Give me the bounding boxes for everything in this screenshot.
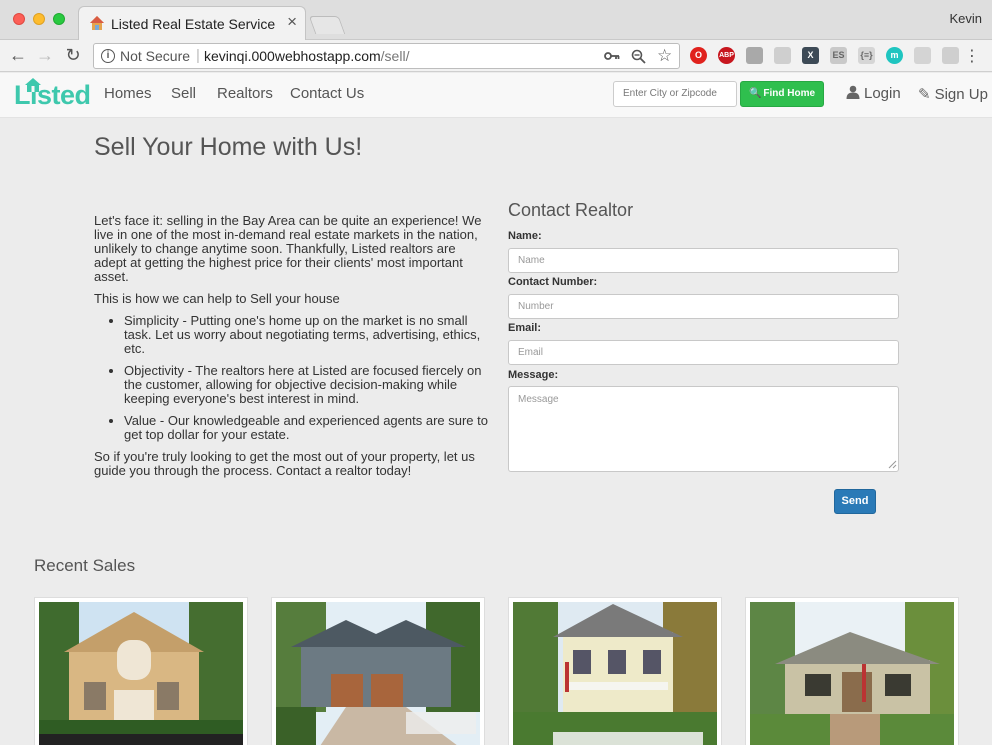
benefits-list: Simplicity - Putting one's home up on th…	[124, 314, 489, 442]
adblock-icon[interactable]: ABP	[718, 47, 735, 64]
nav-link-homes[interactable]: Homes	[104, 85, 152, 102]
house-favicon-icon	[90, 16, 104, 30]
forward-arrow-icon[interactable]: →	[34, 44, 56, 66]
opera-icon[interactable]: O	[690, 47, 707, 64]
intro-paragraph: Let's face it: selling in the Bay Area c…	[94, 213, 482, 284]
find-home-label: Find Home	[763, 88, 816, 99]
sell-intro: Let's face it: selling in the Bay Area c…	[94, 214, 489, 486]
tab-title: Listed Real Estate Service	[111, 16, 276, 32]
benefit-objectivity: Objectivity - The realtors here at Liste…	[124, 364, 489, 406]
maximize-window-button[interactable]	[53, 13, 65, 25]
recent-sale-card[interactable]	[745, 597, 959, 745]
x-extension-icon[interactable]: X	[802, 47, 819, 64]
send-button[interactable]: Send	[834, 489, 876, 514]
m-extension-icon[interactable]: m	[886, 47, 903, 64]
contact-number-input[interactable]: Number	[508, 294, 899, 319]
message-textarea[interactable]: Message	[508, 386, 899, 472]
close-window-button[interactable]	[13, 13, 25, 25]
page-title: Sell Your Home with Us!	[94, 133, 363, 161]
email-label: Email:	[508, 322, 542, 334]
recent-sale-card[interactable]	[271, 597, 485, 745]
user-icon	[846, 85, 860, 99]
nav-link-contact-us[interactable]: Contact Us	[290, 85, 364, 102]
url-path: /sell/	[380, 48, 410, 64]
email-input[interactable]: Email	[508, 340, 899, 365]
reload-icon[interactable]: ↻	[62, 44, 84, 66]
recent-sale-photo-3	[513, 602, 717, 745]
listed-logo[interactable]: Listed	[14, 78, 94, 114]
new-tab-button[interactable]	[308, 16, 346, 34]
ghost-extension-icon[interactable]	[914, 47, 931, 64]
recent-sales-title: Recent Sales	[34, 556, 136, 575]
url-text[interactable]: kevinqi.000webhostapp.com/sell/	[204, 48, 409, 64]
back-arrow-icon[interactable]: ←	[7, 44, 29, 66]
closing-paragraph: So if you're truly looking to get the mo…	[94, 449, 475, 478]
info-icon[interactable]: i	[101, 49, 115, 63]
download-extension-icon[interactable]	[774, 47, 791, 64]
message-label: Message:	[508, 369, 559, 381]
benefit-value: Value - Our knowledgeable and experience…	[124, 414, 489, 442]
login-label: Login	[864, 85, 901, 102]
star-bookmark-icon[interactable]: ☆	[657, 46, 672, 66]
name-label: Name:	[508, 230, 542, 242]
city-zip-search-input[interactable]: Enter City or Zipcode	[613, 81, 737, 107]
key-icon[interactable]	[604, 50, 620, 62]
minimize-window-button[interactable]	[33, 13, 45, 25]
tab-close-icon[interactable]: ×	[287, 13, 297, 31]
menu-dots-icon[interactable]: ⋮	[964, 46, 980, 66]
grid-extension-icon[interactable]	[942, 47, 959, 64]
pencil-icon: ✎	[918, 86, 931, 103]
signup-label: Sign Up	[934, 86, 988, 103]
how-heading: This is how we can help to Sell your hou…	[94, 291, 340, 306]
recent-sale-photo-2	[276, 602, 480, 745]
address-bar[interactable]: i Not Secure | kevinqi.000webhostapp.com…	[93, 43, 680, 69]
url-host: kevinqi.000webhostapp.com	[204, 48, 381, 64]
browser-tab-active[interactable]: Listed Real Estate Service ×	[78, 6, 306, 40]
site-navbar: Listed Homes Sell Realtors Contact Us En…	[0, 73, 992, 118]
nav-link-realtors[interactable]: Realtors	[217, 85, 273, 102]
name-input[interactable]: Name	[508, 248, 899, 273]
resize-grip-icon[interactable]	[888, 460, 897, 469]
signup-link[interactable]: ✎ Sign Up	[918, 85, 988, 103]
browser-tab-bar: Listed Real Estate Service × Kevin	[0, 0, 992, 40]
profile-name[interactable]: Kevin	[949, 11, 982, 26]
login-link[interactable]: Login	[846, 85, 901, 102]
json-extension-icon[interactable]: {≡}	[858, 47, 875, 64]
benefit-simplicity: Simplicity - Putting one's home up on th…	[124, 314, 489, 356]
security-label[interactable]: Not Secure	[120, 48, 190, 64]
magnifier-icon: 🔍	[748, 88, 762, 99]
logo-house-icon	[25, 78, 41, 92]
url-separator: |	[196, 47, 200, 64]
recent-sale-card[interactable]	[508, 597, 722, 745]
recent-sale-photo-1	[39, 602, 243, 745]
contact-realtor-title: Contact Realtor	[508, 200, 634, 220]
browser-toolbar: ← → ↻ i Not Secure | kevinqi.000webhosta…	[0, 40, 992, 72]
es-extension-icon[interactable]: ES	[830, 47, 847, 64]
shield-extension-icon[interactable]	[746, 47, 763, 64]
nav-link-sell[interactable]: Sell	[171, 85, 196, 102]
contact-number-label: Contact Number:	[508, 276, 598, 288]
recent-sale-card[interactable]	[34, 597, 248, 745]
find-home-button[interactable]: 🔍 Find Home	[740, 81, 824, 107]
recent-sale-photo-4	[750, 602, 954, 745]
zoom-out-icon[interactable]	[631, 49, 646, 64]
